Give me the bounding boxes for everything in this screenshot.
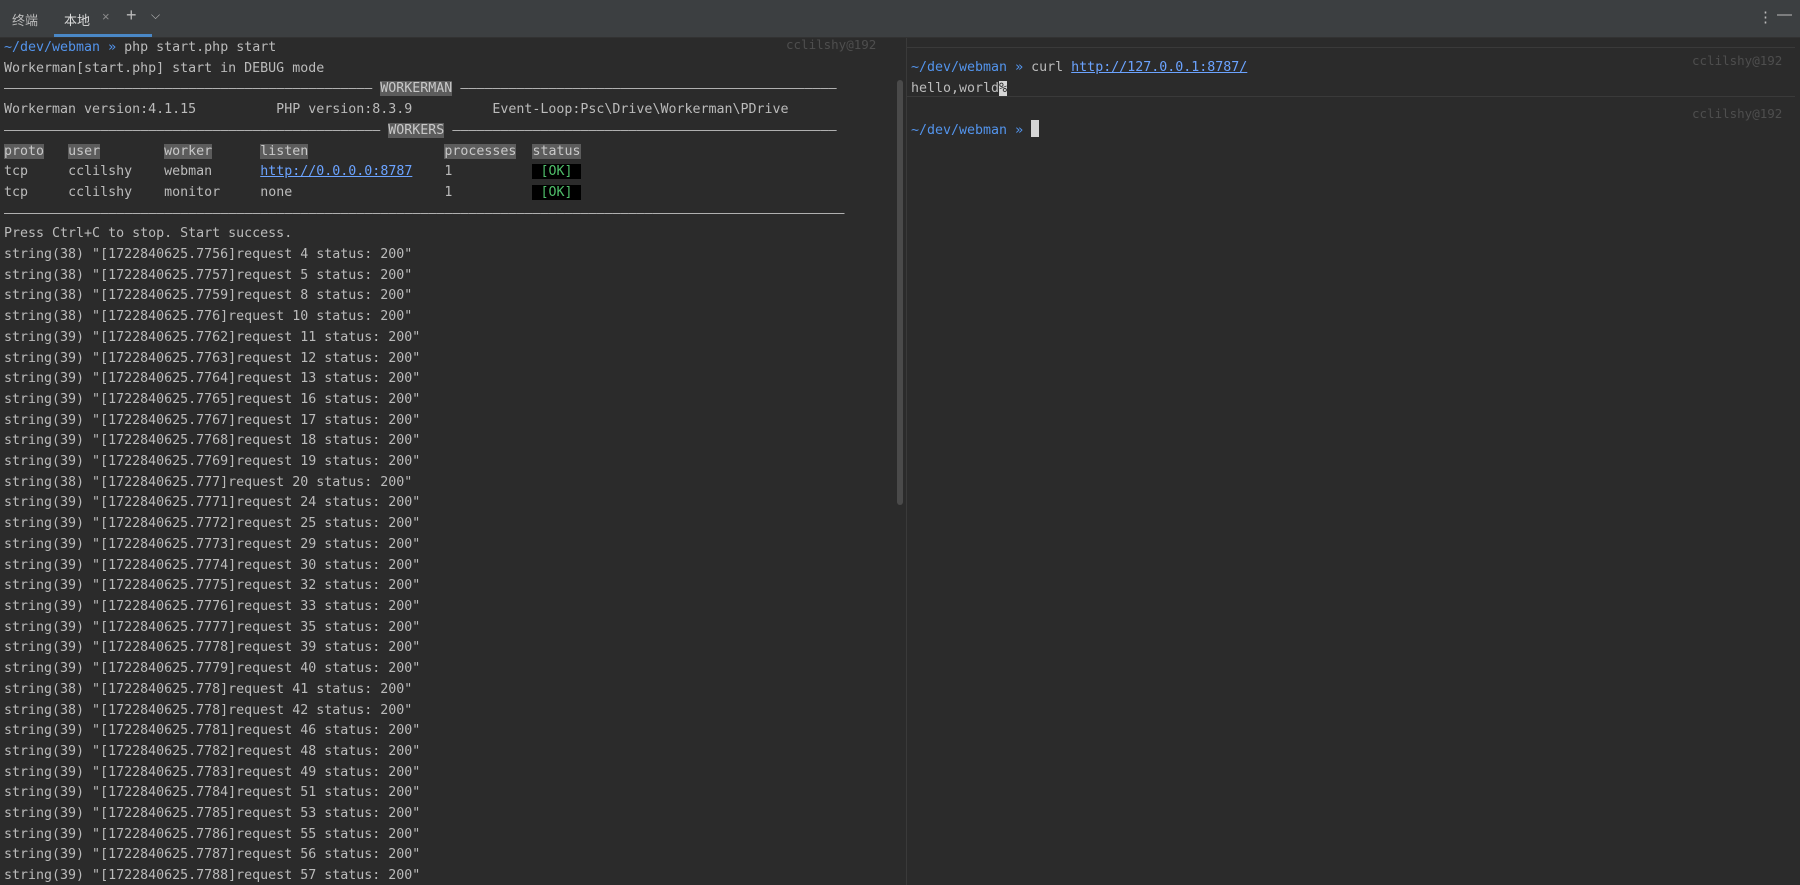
left-pane-scrollbar[interactable] [897,80,903,505]
version-line: Workerman version:4.1.15 PHP version:8.3… [4,102,789,118]
banner-workerman: ––––––––––––––––––––––––––––––––––––––––… [4,81,837,97]
status-badge: [OK] [532,184,581,200]
active-tab-indicator [54,34,152,37]
prompt-symbol: » [1015,60,1024,75]
log-line: string(39) "[1722840625.7781]request 46 … [4,723,421,739]
log-line: string(39) "[1722840625.7774]request 30 … [4,557,421,573]
cell-user: cclilshy [68,164,133,180]
curl-output-text: hello,world [911,80,1000,96]
chevron-down-icon[interactable]: ⌵ [151,8,160,23]
log-line: string(38) "[1722840625.778]request 41 s… [4,681,413,697]
log-line: string(39) "[1722840625.7784]request 51 … [4,785,421,801]
log-line: string(39) "[1722840625.7783]request 49 … [4,764,421,780]
cell-listen: none [260,184,293,200]
prompt-line: ~/dev/webman » [911,120,1040,139]
curl-output: hello,world% [911,80,1008,96]
log-line: string(39) "[1722840625.7782]request 48 … [4,743,421,759]
command-text: curl [1031,60,1064,75]
log-line: string(38) "[1722840625.7756]request 4 s… [4,247,413,263]
log-line: string(39) "[1722840625.7765]request 16 … [4,391,421,407]
log-line: string(39) "[1722840625.7762]request 11 … [4,329,421,345]
log-line: string(39) "[1722840625.7787]request 56 … [4,847,421,863]
log-line: string(39) "[1722840625.7786]request 55 … [4,826,421,842]
log-line: string(39) "[1722840625.7771]request 24 … [4,495,421,511]
prompt-symbol: » [108,40,117,55]
log-line: string(39) "[1722840625.7768]request 18 … [4,433,421,449]
prompt-symbol: » [1015,123,1024,139]
table-row: tcp cclilshy monitor none 1 [OK] [4,184,581,200]
cell-worker: webman [164,164,213,180]
log-line: string(39) "[1722840625.7776]request 33 … [4,598,421,614]
log-line: string(39) "[1722840625.7785]request 53 … [4,806,421,822]
curl-url-link[interactable]: http://127.0.0.1:8787/ [1071,60,1247,75]
no-newline-marker: % [999,80,1008,96]
cell-worker: monitor [164,184,221,200]
left-terminal-pane[interactable]: cclilshy@192 ~/dev/webman » php start.ph… [0,38,896,885]
log-line: string(38) "[1722840625.777]request 20 s… [4,474,413,490]
prompt-line: ~/dev/webman » php start.php start [4,40,276,55]
cell-processes: 1 [444,184,453,200]
log-line: string(39) "[1722840625.7777]request 35 … [4,619,421,635]
prompt-right-info: cclilshy@192 [1692,106,1783,121]
new-tab-plus-icon[interactable]: + [126,5,137,26]
table-bottom-rule: ––––––––––––––––––––––––––––––––––––––––… [4,205,845,221]
banner-workers-label: WORKERS [388,122,445,138]
close-icon[interactable]: × [102,9,110,24]
command-text: php start.php start [124,40,277,55]
workers-table-header: proto user worker listen processes statu… [4,143,581,159]
prompt-line: ~/dev/webman » curl http://127.0.0.1:878… [911,60,1247,75]
prompt-path: ~/dev/webman [911,123,1008,139]
prompt-separator [907,47,1795,48]
log-line: string(39) "[1722840625.7767]request 17 … [4,412,421,428]
log-line: string(39) "[1722840625.7775]request 32 … [4,578,421,594]
status-badge: [OK] [532,164,581,180]
right-terminal-pane[interactable]: cclilshy@192 cclilshy@192 ~/dev/webman »… [907,38,1800,885]
terminal-tool-title: 终端 [12,13,39,28]
banner-workers: ––––––––––––––––––––––––––––––––––––––––… [4,122,837,138]
log-line: string(39) "[1722840625.7764]request 13 … [4,371,421,387]
text-cursor [1031,120,1040,138]
status-ok-text: [OK] [540,164,573,180]
more-options-icon[interactable]: ⋮ [1758,8,1773,26]
cell-user: cclilshy [68,184,133,200]
minimize-icon[interactable]: — [1777,6,1792,23]
col-header: proto [4,143,45,159]
log-line: string(39) "[1722840625.7778]request 39 … [4,640,421,656]
col-header: processes [444,143,517,159]
col-header: status [532,143,581,159]
cell-proto: tcp [4,164,29,180]
tab-local[interactable]: 本地 × [54,0,152,37]
log-line: string(39) "[1722840625.7772]request 25 … [4,516,421,532]
col-header: listen [260,143,309,159]
right-terminal-output: ~/dev/webman » curl http://127.0.0.1:878… [911,58,1247,142]
listen-url-link[interactable]: http://0.0.0.0:8787 [260,164,412,179]
col-header: worker [164,143,213,159]
prompt-path: ~/dev/webman [4,40,101,55]
prompt-path: ~/dev/webman [911,60,1008,75]
table-row: tcp cclilshy webman http://0.0.0.0:8787 … [4,164,581,180]
log-line: string(38) "[1722840625.7757]request 5 s… [4,267,413,283]
tab-local-label: 本地 [64,13,91,28]
start-success-line: Press Ctrl+C to stop. Start success. [4,226,293,242]
log-line: string(38) "[1722840625.778]request 42 s… [4,702,413,718]
prompt-right-info: cclilshy@192 [1692,53,1783,68]
cell-processes: 1 [444,164,453,180]
col-header: user [68,143,101,159]
log-line: string(39) "[1722840625.7763]request 12 … [4,350,421,366]
debug-mode-line: Workerman[start.php] start in DEBUG mode [4,60,325,76]
left-terminal-output: ~/dev/webman » php start.php start Worke… [4,38,845,885]
status-ok-text: [OK] [540,184,573,200]
log-line: string(38) "[1722840625.776]request 10 s… [4,309,413,325]
terminal-tab-bar: 终端 本地 × + ⌵ ⋮ — [0,0,1800,38]
log-line: string(39) "[1722840625.7788]request 57 … [4,868,421,884]
log-line: string(39) "[1722840625.7773]request 29 … [4,536,421,552]
banner-workerman-label: WORKERMAN [380,81,453,97]
log-line: string(39) "[1722840625.7769]request 19 … [4,454,421,470]
cell-proto: tcp [4,184,29,200]
log-line: string(39) "[1722840625.7779]request 40 … [4,661,421,677]
request-log: string(38) "[1722840625.7756]request 4 s… [4,247,420,883]
log-line: string(38) "[1722840625.7759]request 8 s… [4,288,413,304]
